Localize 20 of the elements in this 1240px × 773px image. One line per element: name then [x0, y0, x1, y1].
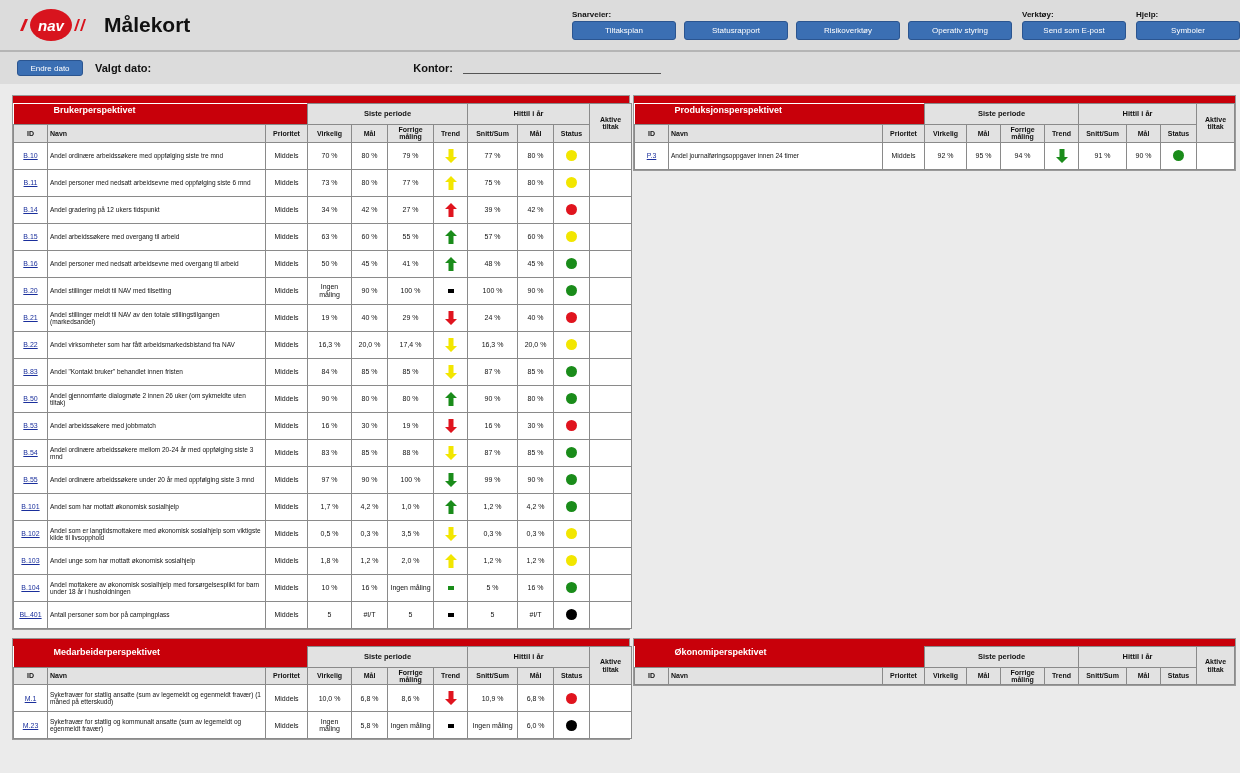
nav-button[interactable]: Send som E-post — [1022, 21, 1126, 40]
table-title: Brukerperspektivet — [13, 103, 308, 125]
table-title: Økonomiperspektivet — [634, 646, 925, 668]
change-date-button[interactable]: Endre dato — [17, 60, 83, 76]
group-label: Verktøy: — [1022, 10, 1055, 19]
slash-icon — [20, 19, 28, 31]
nav-button[interactable]: Symboler — [1136, 21, 1240, 40]
table-title: Produksjonsperspektivet — [634, 103, 925, 125]
date-label: Valgt dato: — [95, 62, 152, 74]
nav-button[interactable]: Tiltaksplan — [572, 21, 676, 40]
nav-button[interactable]: Operativ styring — [908, 21, 1012, 40]
logo: nav — [30, 9, 72, 41]
nav-button[interactable]: Statusrapport — [684, 21, 788, 40]
page-title: Målekort — [104, 13, 191, 37]
slashes-icon — [74, 19, 86, 31]
group-label: Snarveier: — [572, 10, 613, 19]
office-label: Kontor: — [413, 62, 453, 74]
nav-button[interactable]: Risikoverktøy — [796, 21, 900, 40]
group-label: Hjelp: — [1136, 10, 1160, 19]
table-title: Medarbeiderperspektivet — [13, 646, 308, 668]
